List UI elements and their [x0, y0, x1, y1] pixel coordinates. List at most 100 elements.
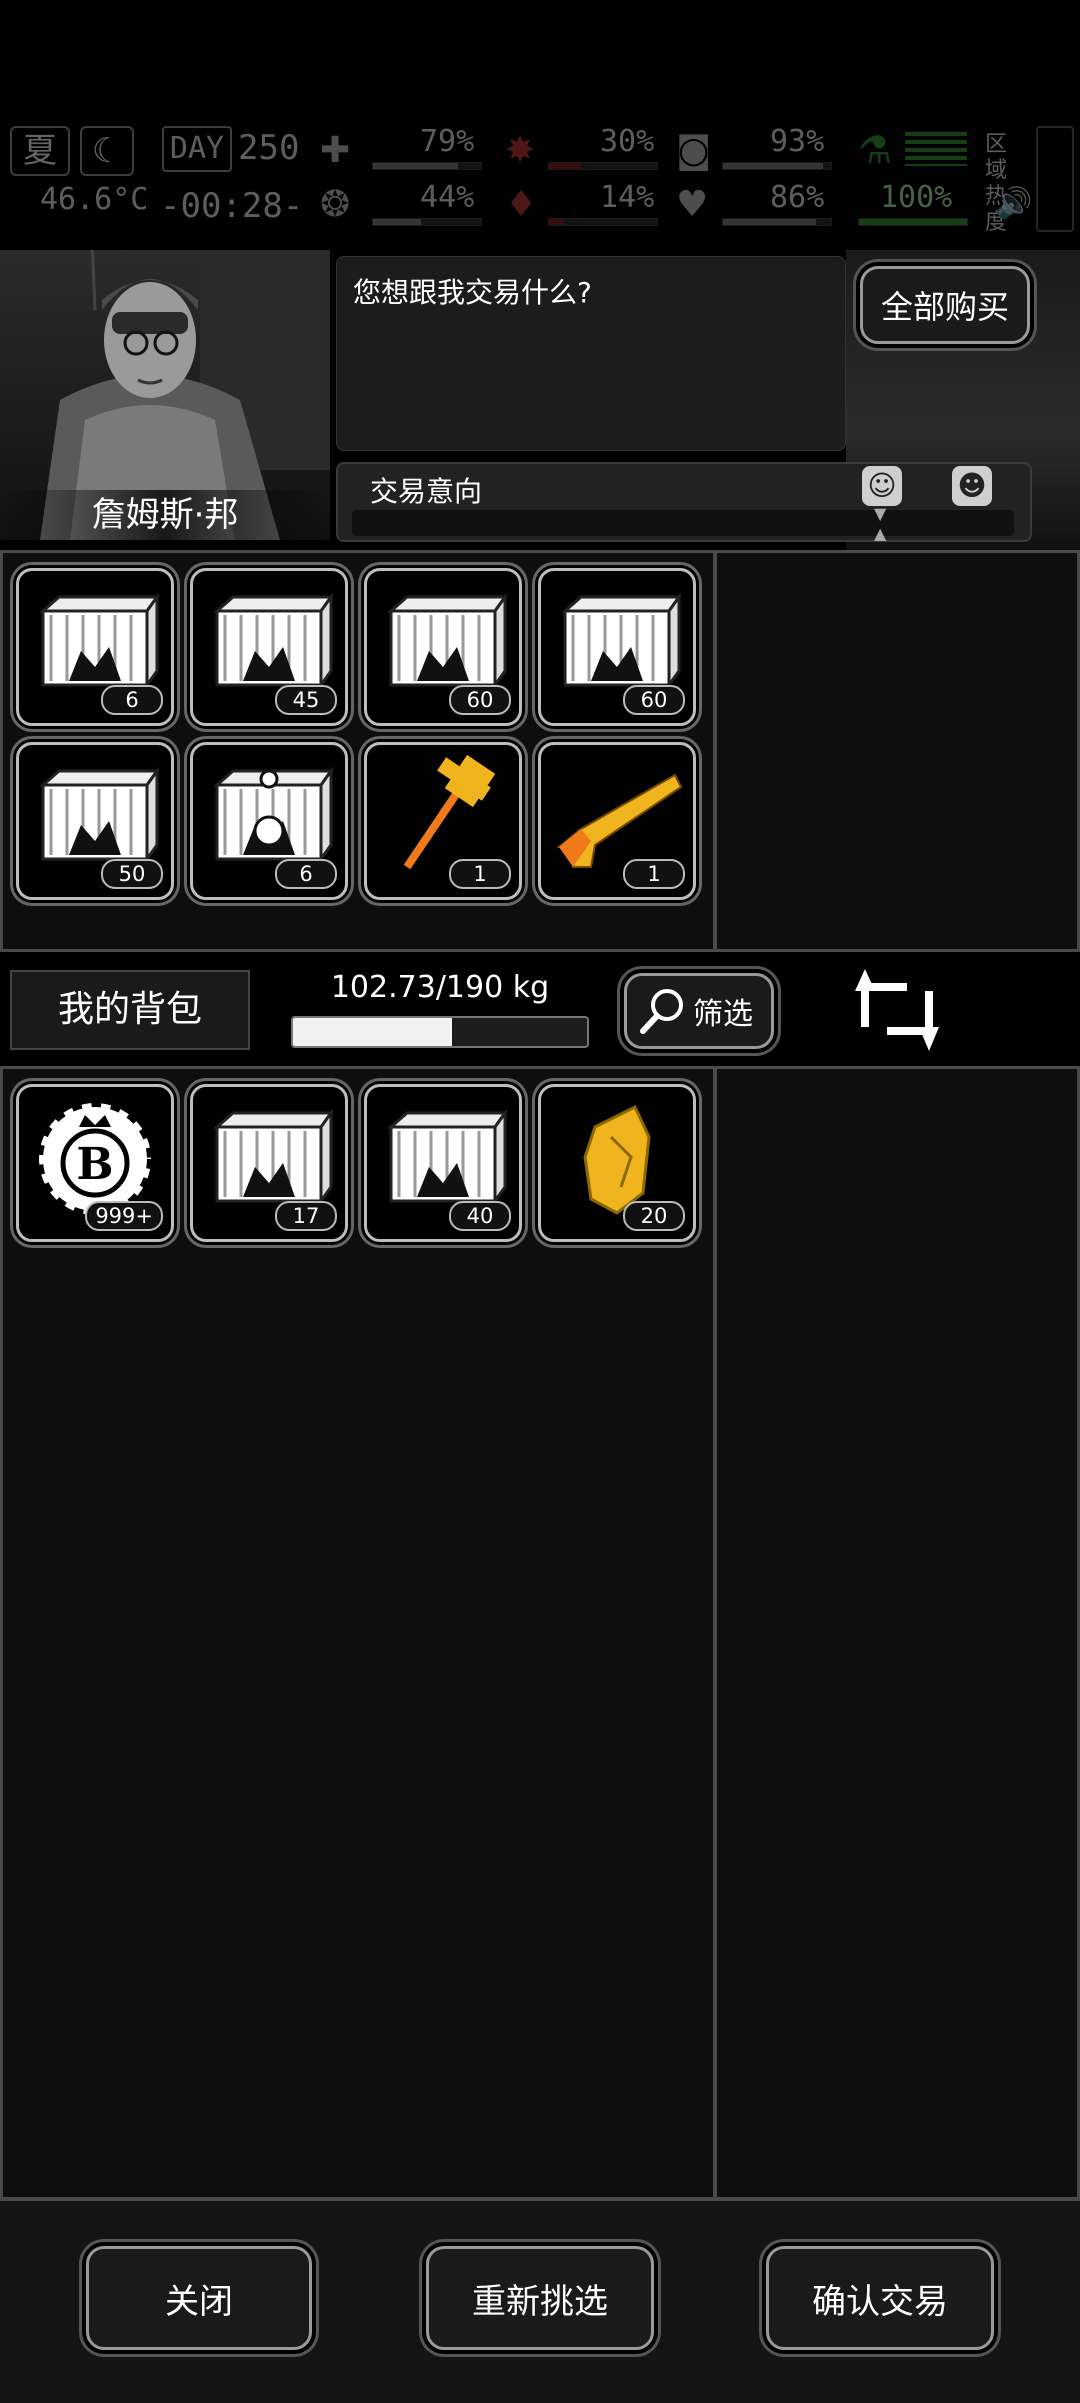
stat-fill — [723, 219, 816, 225]
filter-button[interactable]: 筛选 — [624, 973, 774, 1049]
npc-name: 詹姆斯·邦 — [0, 490, 330, 540]
backpack-selection-panel — [714, 1066, 1080, 2200]
status-hud: 夏 ☾ DAY 250 46.6°C -00:28- ✚ 79% ✸ 30% ◙… — [0, 120, 1080, 240]
item-count: 50 — [101, 859, 163, 889]
trade-intent-marker-icon: ▲ — [874, 524, 887, 543]
golden-hammer-icon — [403, 755, 496, 870]
stat-fill — [373, 219, 421, 225]
item-count: 20 — [623, 1201, 685, 1231]
item-count: 45 — [275, 685, 337, 715]
merchant-item-slot[interactable]: 1 — [364, 742, 522, 900]
buy-all-button[interactable]: 全部购买 — [860, 266, 1030, 344]
reselect-button[interactable]: 重新挑选 — [426, 2246, 654, 2350]
stat-fill — [373, 163, 459, 169]
water-drop-icon: ♦ — [505, 184, 538, 225]
stat-fill — [723, 163, 824, 169]
item-count: 40 — [449, 1201, 511, 1231]
npc-portrait: 詹姆斯·邦 — [0, 250, 330, 540]
confirm-trade-button[interactable]: 确认交易 — [766, 2246, 994, 2350]
stat-fill — [549, 219, 565, 225]
stat-hunger: 30% — [600, 124, 655, 159]
stat-bars-icon — [905, 132, 967, 166]
stat-resistance: 100% — [880, 180, 953, 215]
item-count: 60 — [623, 685, 685, 715]
day-label: DAY — [162, 126, 232, 172]
crate-iv-icon — [213, 1108, 334, 1206]
stat-health: 79% — [420, 124, 475, 159]
merchant-item-slot[interactable]: 60 — [538, 568, 696, 726]
stat-stamina-bar — [722, 162, 832, 170]
brain-icon: ❂ — [320, 184, 351, 225]
crate-v-icon — [39, 592, 160, 690]
moon-icon: ☾ — [80, 126, 134, 176]
health-icon: ✚ — [320, 130, 351, 171]
hunger-icon: ✸ — [505, 130, 536, 171]
item-count: 1 — [623, 859, 685, 889]
backpack-item-slot[interactable]: 40 — [364, 1084, 522, 1242]
merchant-item-slot[interactable]: 50 — [16, 742, 174, 900]
backpack-weight-bar — [291, 1016, 589, 1048]
item-count: 6 — [101, 685, 163, 715]
backpack-weight: 102.73/190 kg — [330, 970, 550, 1005]
item-count: 17 — [275, 1201, 337, 1231]
merchant-item-slot[interactable]: 6 — [190, 742, 348, 900]
stat-sanity: 44% — [420, 180, 475, 215]
stat-thirst-bar — [548, 218, 658, 226]
stamina-icon: ◙ — [676, 130, 711, 171]
neutral-face-icon: ☺ — [862, 466, 902, 506]
stat-fill — [549, 163, 582, 169]
crate-ii-icon — [387, 1108, 508, 1206]
special-crate-icon — [213, 766, 334, 864]
close-button[interactable]: 关闭 — [86, 2246, 312, 2350]
merchant-item-slot[interactable]: 60 — [364, 568, 522, 726]
heart-icon: ♥ — [676, 184, 709, 225]
gold-ore-icon — [583, 1104, 651, 1215]
stat-resistance-bar — [858, 218, 968, 226]
backpack-title: 我的背包 — [10, 970, 250, 1050]
dialog-text: 您想跟我交易什么? — [353, 276, 592, 309]
filter-label: 筛选 — [693, 997, 753, 1032]
stat-health-bar — [372, 162, 482, 170]
merchant-item-slot[interactable]: 45 — [190, 568, 348, 726]
merchant-item-slot[interactable]: 1 — [538, 742, 696, 900]
speaker-icon[interactable]: 🔊 — [995, 186, 1032, 221]
crate-iv-icon — [213, 592, 334, 690]
clock: -00:28- — [160, 186, 304, 226]
item-count: 6 — [275, 859, 337, 889]
backpack-item-slot[interactable]: 17 — [190, 1084, 348, 1242]
trade-intent-bar — [352, 510, 1014, 536]
stat-sanity-bar — [372, 218, 482, 226]
day-number: 250 — [238, 128, 300, 168]
merchant-item-slot[interactable]: 6 — [16, 568, 174, 726]
stat-stamina: 93% — [770, 124, 825, 159]
item-count: 999+ — [85, 1201, 163, 1231]
trade-intent-marker-icon: ▼ — [874, 504, 887, 523]
flask-icon: ⚗ — [858, 128, 893, 172]
crate-ii-icon — [561, 592, 682, 690]
stat-mood: 86% — [770, 180, 825, 215]
backpack-item-slot[interactable]: 20 — [538, 1084, 696, 1242]
crate-i-icon — [387, 592, 508, 690]
stat-mood-bar — [722, 218, 832, 226]
season-badge: 夏 — [10, 126, 70, 176]
svg-text:B: B — [76, 1139, 113, 1190]
stat-thirst: 14% — [600, 180, 655, 215]
bitcoin-chip-icon: B — [35, 1099, 155, 1217]
backpack-item-slot[interactable]: B 999+ — [16, 1084, 174, 1242]
stat-hunger-bar — [548, 162, 658, 170]
weight-fill — [293, 1018, 452, 1046]
trade-intent-label: 交易意向 — [370, 475, 483, 508]
stat-fill — [859, 219, 967, 225]
item-count: 60 — [449, 685, 511, 715]
zone-heat-meter — [1036, 126, 1074, 232]
swap-arrows-icon[interactable] — [855, 965, 939, 1053]
npc-dialog: 您想跟我交易什么? — [336, 256, 846, 451]
happy-face-icon: ☻ — [952, 466, 992, 506]
golden-shotgun-icon — [556, 773, 683, 868]
trade-intent-panel: 交易意向 ☺ ☻ ▼ ▲ — [336, 462, 1032, 543]
temperature: 46.6°C — [40, 182, 149, 217]
search-icon — [640, 989, 683, 1034]
item-count: 1 — [449, 859, 511, 889]
merchant-selection-panel — [714, 550, 1080, 952]
crate-iii-icon — [39, 766, 160, 864]
